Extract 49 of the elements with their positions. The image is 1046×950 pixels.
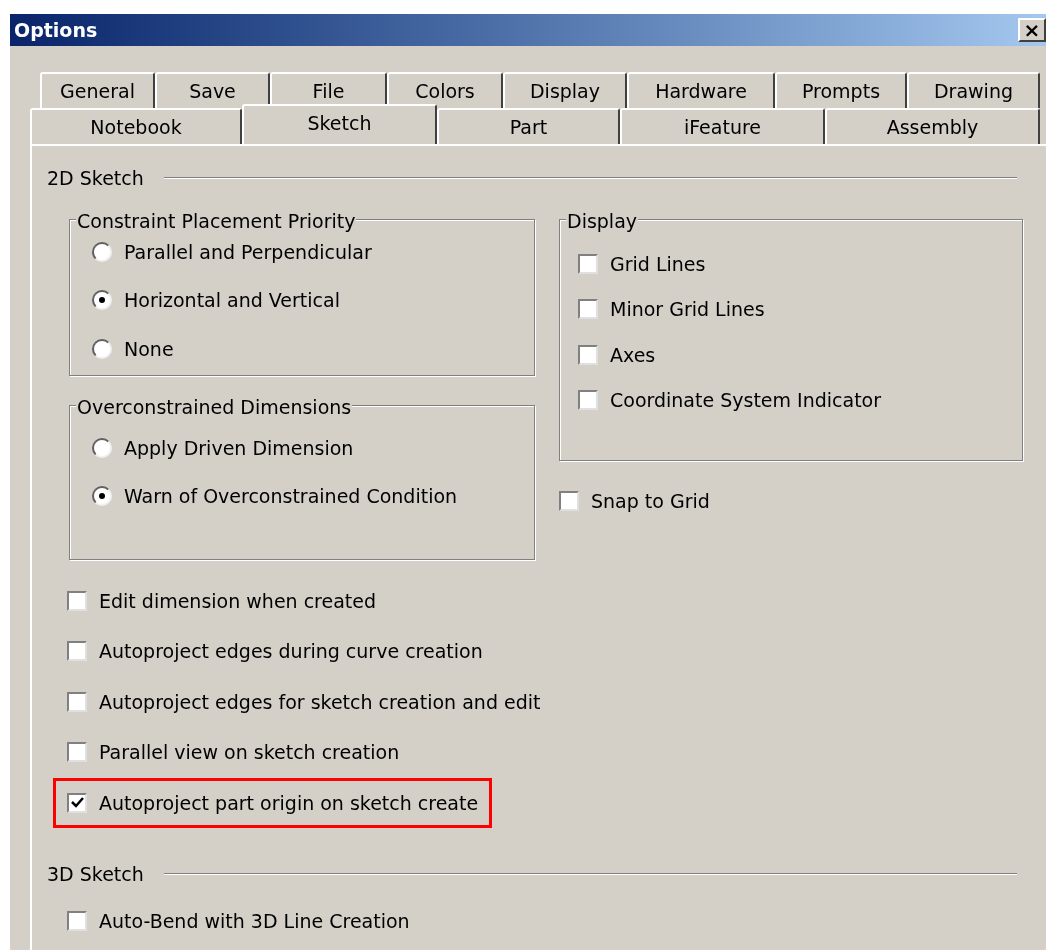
checkmark-icon: [70, 797, 84, 809]
tab[interactable]: Drawing: [907, 72, 1040, 108]
checkbox[interactable]: [67, 590, 87, 611]
checkbox[interactable]: [578, 390, 598, 411]
checkbox-label: Coordinate System Indicator: [610, 388, 882, 413]
tab[interactable]: Part: [437, 108, 620, 144]
tab[interactable]: Save: [155, 72, 270, 108]
window-title: Options: [14, 17, 98, 43]
tab[interactable]: Prompts: [775, 72, 907, 108]
checkbox[interactable]: [67, 910, 87, 931]
radio-label: None: [124, 336, 174, 362]
checkbox[interactable]: [559, 490, 579, 511]
radio-label: Parallel and Perpendicular: [124, 239, 372, 265]
tab[interactable]: Hardware: [627, 72, 775, 108]
checkbox-label: Autoproject part origin on sketch create: [99, 790, 479, 816]
checkbox-label: Edit dimension when created: [99, 588, 377, 614]
checkbox[interactable]: [578, 299, 598, 320]
close-button[interactable]: ×: [1018, 18, 1046, 42]
radio-label: Horizontal and Vertical: [124, 288, 340, 313]
tab[interactable]: Sketch: [242, 104, 437, 144]
checkbox-label: Minor Grid Lines: [610, 297, 765, 322]
checkbox[interactable]: [67, 792, 87, 813]
radio-button[interactable]: [92, 290, 112, 311]
checkbox[interactable]: [67, 691, 87, 712]
section-title: 3D Sketch: [47, 862, 144, 887]
radio-button[interactable]: [92, 486, 112, 507]
checkbox-label: Parallel view on sketch creation: [99, 740, 400, 765]
radio-button[interactable]: [92, 338, 112, 359]
tab[interactable]: Colors: [387, 72, 503, 108]
radio-label: Warn of Overconstrained Condition: [124, 484, 458, 509]
checkbox[interactable]: [578, 344, 598, 365]
tab[interactable]: Notebook: [30, 108, 242, 144]
radio-label: Apply Driven Dimension: [124, 435, 354, 461]
tab[interactable]: General: [40, 72, 155, 108]
radio-button[interactable]: [92, 437, 112, 458]
tab[interactable]: iFeature: [620, 108, 825, 144]
radio-button[interactable]: [92, 241, 112, 262]
checkbox[interactable]: [67, 742, 87, 763]
section-title: 2D Sketch: [47, 166, 144, 191]
checkbox[interactable]: [578, 253, 598, 274]
tab[interactable]: Assembly: [825, 108, 1040, 144]
tab[interactable]: Display: [503, 72, 627, 108]
checkbox-label: Auto-Bend with 3D Line Creation: [99, 908, 410, 934]
checkbox[interactable]: [67, 641, 87, 662]
checkbox-label: Snap to Grid: [591, 488, 710, 514]
checkbox-label: Autoproject edges for sketch creation and edit: [99, 689, 541, 715]
checkbox-label: Autoproject edges during curve creation: [99, 639, 483, 664]
checkbox-label: Grid Lines: [610, 251, 706, 277]
checkbox-label: Axes: [610, 342, 656, 368]
